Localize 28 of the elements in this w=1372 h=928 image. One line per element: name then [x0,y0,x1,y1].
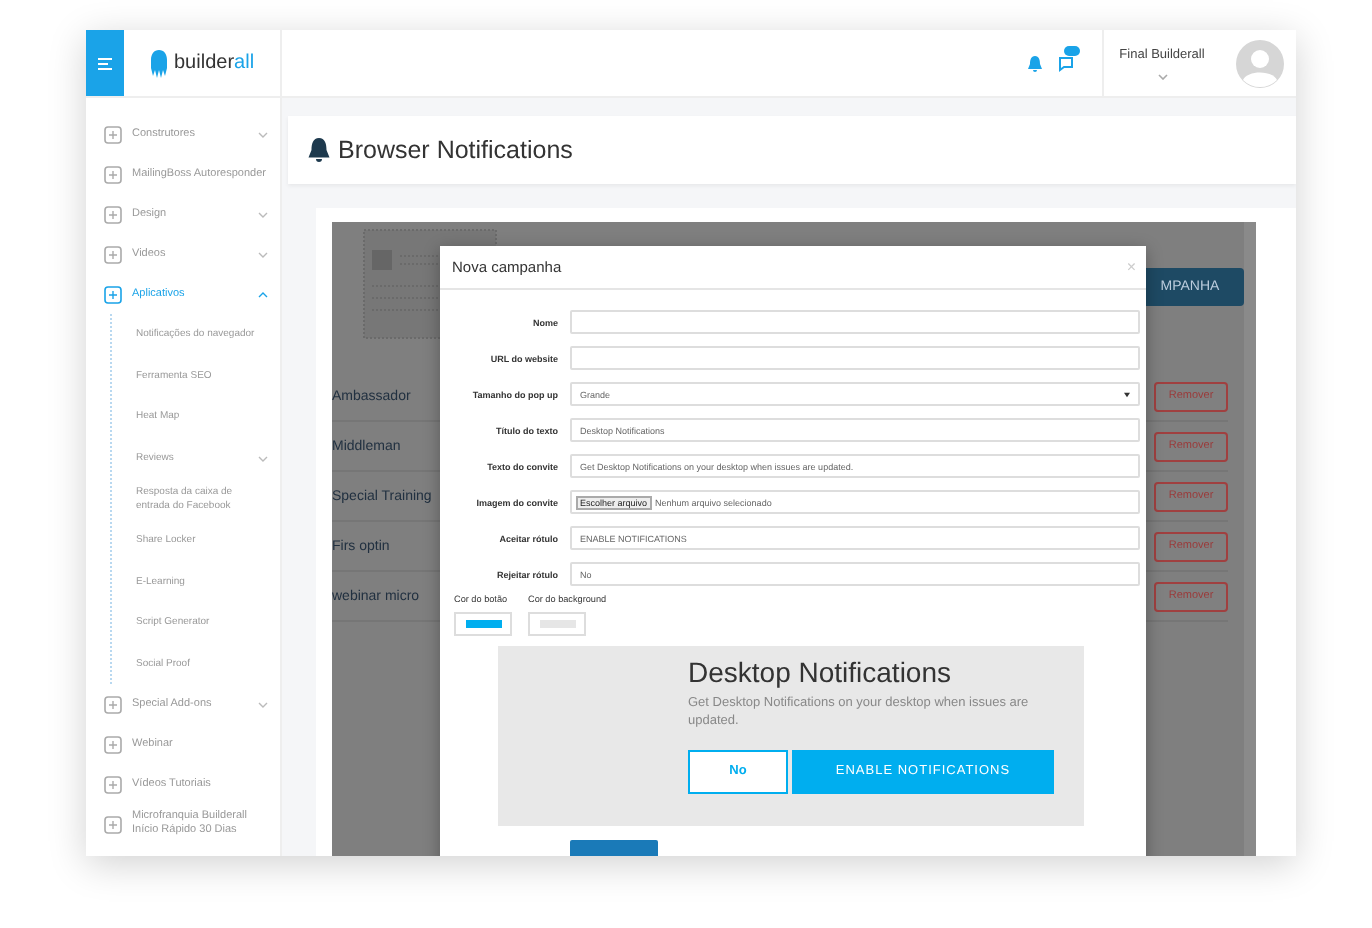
menu-item-icon [104,735,122,754]
caret-icon[interactable] [1157,73,1167,79]
menu-item-icon [104,775,122,794]
chat-icon[interactable] [1058,55,1074,71]
color-picker[interactable] [528,612,586,636]
notification-badge [1064,45,1080,55]
octopus-icon [150,49,168,77]
bell-icon [308,138,330,162]
bell-icon[interactable] [1028,55,1042,71]
menu-item-icon [104,245,122,263]
menu-item-icon [104,165,122,183]
menu-item-icon [104,205,122,223]
close-button[interactable]: × [1126,258,1136,276]
menu-button[interactable] [86,30,124,96]
avatar[interactable] [1236,39,1284,87]
logo-text: builderall [174,52,255,74]
menu-icon [98,57,112,69]
menu-item-icon [104,285,122,303]
scrollbar[interactable] [1244,222,1256,856]
color-picker[interactable] [454,612,512,636]
input-field[interactable] [570,346,1140,370]
page-title: Browser Notifications [338,136,573,164]
preview-title: Desktop Notifications [688,656,954,688]
menu-item-icon [104,695,122,714]
menu-item-icon [104,815,122,834]
menu-item-icon [104,125,122,143]
input-field[interactable] [570,310,1140,334]
caret-icon [1124,391,1130,397]
